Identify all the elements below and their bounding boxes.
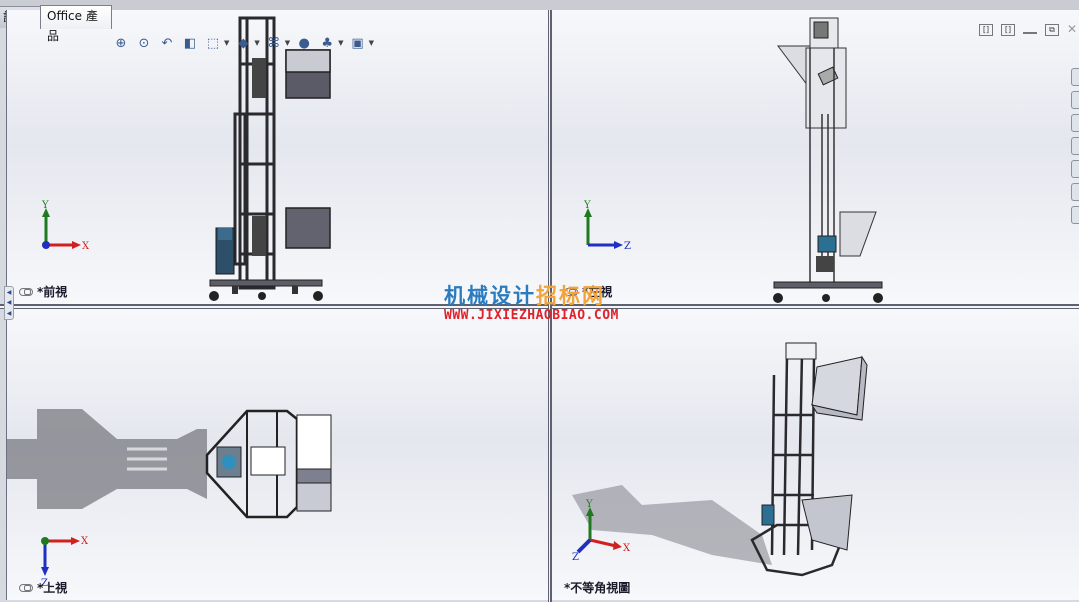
view-name: *不等角視圖 [564,581,631,595]
viewport-isometric[interactable]: Y X Z *不等角視圖 [552,309,1079,600]
viewport-right[interactable]: Y Z *左視 [] [] ⧉ ✕ [552,10,1079,304]
coordinate-triad: Y Z [574,200,634,265]
view-settings-icon[interactable]: ▣ [349,34,367,52]
task-pane-tabs [1071,68,1079,224]
task-pane-file-explorer-tab[interactable] [1071,114,1079,132]
view-label-isometric: *不等角視圖 [564,579,630,596]
link-views-icon[interactable] [19,583,33,592]
section-view-icon[interactable]: ◧ [181,34,199,52]
dropdown-arrow-icon[interactable]: ▼ [285,39,290,47]
viewport-front[interactable]: Y X *前視 [6,10,548,304]
view-label-right: *左視 [564,283,612,300]
view-label-front: *前視 [19,283,67,300]
command-manager-tab-strip [0,0,1079,10]
dropdown-arrow-icon[interactable]: ▼ [338,39,343,47]
task-pane-search-tab[interactable] [1071,137,1079,155]
hide-show-items-icon[interactable]: ⌘ [265,34,283,52]
tab-office-products[interactable]: Office 產品 [40,5,112,43]
close-icon[interactable]: ✕ [1067,23,1077,36]
view-label-top: *上視 [19,579,67,596]
dropdown-arrow-icon[interactable]: ▼ [369,39,374,47]
dropdown-arrow-icon[interactable]: ▼ [224,39,229,47]
task-pane-custom-properties-tab[interactable] [1071,206,1079,224]
task-pane-resources-tab[interactable] [1071,68,1079,86]
view-name: *上視 [37,581,68,595]
coordinate-triad: Y X [32,200,92,265]
axis-label-x: X [623,543,631,554]
minimize-icon[interactable] [1023,24,1037,34]
viewport-top[interactable]: X Z *上視 [6,309,548,600]
solidworks-window: 評估 Office 產品 [0,0,1079,602]
side-view-model [773,17,883,303]
vertical-viewport-splitter[interactable] [548,10,552,602]
view-orientation-icon[interactable]: ⬚ [204,34,222,52]
axis-label-z: Z [624,241,631,252]
task-pane-view-palette-tab[interactable] [1071,160,1079,178]
tile-right-icon[interactable]: [] [1001,24,1015,36]
collapse-arrow-icon: ◀ [6,310,12,318]
viewport-window-controls: [] [] ⧉ ✕ [979,23,1077,36]
axis-label-x: X [82,241,90,252]
feature-manager-collapse-handle[interactable]: ◀ ◀ ◀ [4,286,14,320]
axis-label-y: Y [41,200,49,211]
task-pane-design-library-tab[interactable] [1071,91,1079,109]
link-views-icon[interactable] [19,287,33,296]
zoom-to-area-icon[interactable]: ⊙ [135,34,153,52]
apply-scene-icon[interactable]: ♣ [318,34,336,52]
axis-label-y: Y [583,200,591,211]
top-view-model [7,409,332,519]
axis-label-x: X [81,536,89,547]
task-pane-appearances-tab[interactable] [1071,183,1079,201]
axis-label-z: Z [572,552,579,563]
front-view-model [209,16,331,301]
collapse-arrow-icon: ◀ [6,299,12,307]
zoom-to-fit-icon[interactable]: ⊕ [112,34,130,52]
view-name: *前視 [37,285,68,299]
collapse-arrow-icon: ◀ [6,288,12,296]
axis-label-y: Y [585,499,593,510]
tile-left-icon[interactable]: [] [979,24,993,36]
restore-icon[interactable]: ⧉ [1045,24,1059,36]
previous-view-icon[interactable]: ↶ [158,34,176,52]
horizontal-viewport-splitter[interactable] [0,304,1079,309]
heads-up-view-toolbar: ⊕ ⊙ ↶ ◧ ⬚ ▼ ◆ ▼ ⌘ ▼ ● ♣ ▼ ▣ ▼ [112,32,374,54]
edit-appearance-icon[interactable]: ● [295,34,313,52]
coordinate-triad: Y X Z [572,499,632,564]
link-views-icon[interactable] [564,287,578,296]
dropdown-arrow-icon[interactable]: ▼ [254,39,259,47]
view-name: *左視 [582,285,613,299]
display-style-icon[interactable]: ◆ [234,34,252,52]
